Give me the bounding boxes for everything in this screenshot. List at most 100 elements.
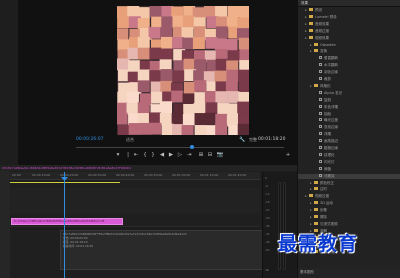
mosaic-tile [148, 26, 161, 39]
mosaic-tile [117, 58, 129, 71]
monitor-scrubber[interactable] [18, 145, 297, 149]
mosaic-tile [137, 47, 150, 60]
effects-item-label: 抽帧 [324, 111, 331, 116]
play-icon[interactable]: ▶ [167, 152, 175, 158]
folder-icon [314, 49, 318, 53]
mosaic-tile [205, 102, 218, 115]
folder-icon [309, 28, 313, 32]
effect-icon [319, 56, 322, 60]
go-to-out-icon[interactable]: ⇥ [185, 152, 193, 158]
step-back-icon[interactable]: ◀ [158, 152, 166, 158]
effects-item[interactable]: Alpha 发光 [298, 90, 400, 97]
effects-item[interactable]: 羽化边缘 [298, 70, 400, 76]
mosaic-tile [160, 69, 173, 81]
effects-folder[interactable]: ▸ 3D 运动 [298, 201, 400, 207]
folder-icon [314, 208, 318, 212]
effects-folder[interactable]: ▸ 音频效果 [298, 21, 400, 28]
effects-item-label: 划像 [320, 208, 327, 213]
folder-icon [309, 14, 313, 18]
effects-item[interactable]: 曝光过度 [298, 118, 400, 124]
effects-item[interactable]: 马赛克 [298, 173, 400, 180]
effects-folder[interactable]: ▸ 音频过渡 [298, 28, 400, 35]
timeline-playhead[interactable] [64, 172, 65, 278]
mark-in-icon[interactable]: | [124, 152, 132, 158]
effects-item-label: 马赛克 [324, 173, 335, 178]
mosaic-tile [171, 112, 184, 125]
mosaic-tile [126, 103, 139, 115]
effects-item[interactable]: 阈值 [298, 166, 400, 173]
mosaic-tile [215, 6, 228, 18]
effects-folder[interactable]: ▸ 视频效果 [298, 35, 400, 42]
go-to-in-icon[interactable]: ⇤ [132, 152, 140, 158]
effects-folder[interactable]: ▸ 划像 [298, 208, 400, 214]
step-forward-icon[interactable]: ▷ [176, 152, 184, 158]
meter-scale-label: -36 [265, 224, 270, 228]
work-area-bar[interactable] [10, 182, 120, 183]
effects-item-label: 音频效果 [315, 21, 329, 26]
effects-folder[interactable]: ▸ 视频过渡 [298, 194, 400, 200]
resolution-dropdown[interactable]: 完整 [249, 137, 257, 143]
add-button-icon[interactable]: + [284, 152, 292, 158]
wrench-icon[interactable]: 🔧 [239, 137, 245, 143]
effects-folder[interactable]: ▸ Obsolete [298, 42, 400, 49]
effects-item[interactable]: 裁剪 [298, 77, 400, 83]
effects-folder[interactable]: ▸ 沉浸式视频 [298, 221, 400, 228]
ruler-tick: 00:00:50:00 [144, 173, 163, 177]
effect-icon [319, 146, 322, 149]
effects-item[interactable]: 粗糙边缘 [298, 146, 400, 152]
effects-item-label: 闪光灯 [324, 159, 335, 164]
zoom-fit-dropdown[interactable]: 适合 [126, 137, 134, 143]
export-frame-icon[interactable]: 📷 [216, 152, 224, 158]
effects-item-label: 3D 运动 [320, 201, 334, 206]
meter-scale-label: -42 [265, 232, 270, 236]
mosaic-tile [149, 47, 162, 60]
effects-folder[interactable]: ▸ Lumetri 预设 [298, 14, 400, 21]
effects-folder[interactable]: ▸ 变换 [298, 49, 400, 55]
mosaic-tile [237, 113, 249, 126]
effects-item[interactable]: 画笔描边 [298, 139, 400, 145]
effects-item-label: 羽化边缘 [324, 70, 338, 75]
folder-icon [314, 221, 318, 225]
marker-icon[interactable]: ▾ [114, 152, 122, 158]
effects-item[interactable]: 查找边缘 [298, 125, 400, 131]
effects-folder[interactable]: ▸ 颜色校正 [298, 180, 400, 187]
effects-item-label: 过时 [320, 187, 327, 192]
insert-icon[interactable]: ⊞ [197, 152, 205, 158]
mosaic-tile [137, 102, 150, 114]
effects-item[interactable]: 复制 [298, 97, 400, 104]
effects-folder[interactable]: ▸ 过时 [298, 187, 400, 193]
sequence-tab[interactable]: 05C8C7a9BdeA9ccB66d9o8Bf3a8e87dd7Bd3Bac8… [2, 166, 131, 170]
effects-item[interactable]: 垂直翻转 [298, 56, 400, 62]
effects-item-label: 风格化 [320, 83, 331, 88]
effects-item[interactable]: 浮雕 [298, 132, 400, 138]
effects-folder[interactable]: ▸ 擦除 [298, 215, 400, 221]
current-timecode[interactable]: 00:00:26:07 [76, 137, 103, 142]
mosaic-tile [182, 37, 195, 50]
effects-panel-title: 效果 [301, 1, 308, 5]
scrubber-track[interactable] [76, 147, 284, 148]
mosaic-tile [182, 113, 195, 126]
mosaic-tile [215, 91, 228, 103]
scrubber-playhead[interactable] [190, 145, 194, 149]
mosaic-tile [238, 37, 249, 50]
effect-icon [319, 152, 322, 156]
transport-controls: ▾ | ⇤ { } ◀ ▶ ▷ ⇥ ⊞ ⊟ 📷 + [18, 151, 297, 161]
mark-in-bracket-icon[interactable]: { [141, 152, 149, 158]
effects-item[interactable]: 抽帧 [298, 111, 400, 118]
mosaic-tile [227, 91, 240, 103]
mosaic-tile [237, 69, 249, 82]
essential-graphics-tab[interactable]: 基本图形 [300, 270, 314, 275]
effects-item-label: 预设 [315, 8, 322, 12]
effects-folder[interactable]: ▸ 风格化 [298, 83, 400, 90]
effects-item[interactable]: 纹理化 [298, 152, 400, 159]
effects-item[interactable]: 水平翻转 [298, 63, 400, 69]
ruler-tick: 00:00:20:00 [60, 173, 79, 177]
mark-out-bracket-icon[interactable]: } [149, 152, 157, 158]
video-clip[interactable]: fx [Video] 04BCa8ed7B8e8dFB6a6c8dbf8B1a6… [11, 218, 123, 225]
time-ruler[interactable]: 00:00 00:00:10:00 00:00:20:00 00:00:30:0… [10, 172, 260, 180]
mosaic-tile [161, 123, 174, 135]
effects-item[interactable]: 彩色浮雕 [298, 104, 400, 111]
overwrite-icon[interactable]: ⊟ [206, 152, 214, 158]
effects-folder[interactable]: ▸ 预设 [298, 8, 400, 14]
effects-item[interactable]: 闪光灯 [298, 159, 400, 166]
